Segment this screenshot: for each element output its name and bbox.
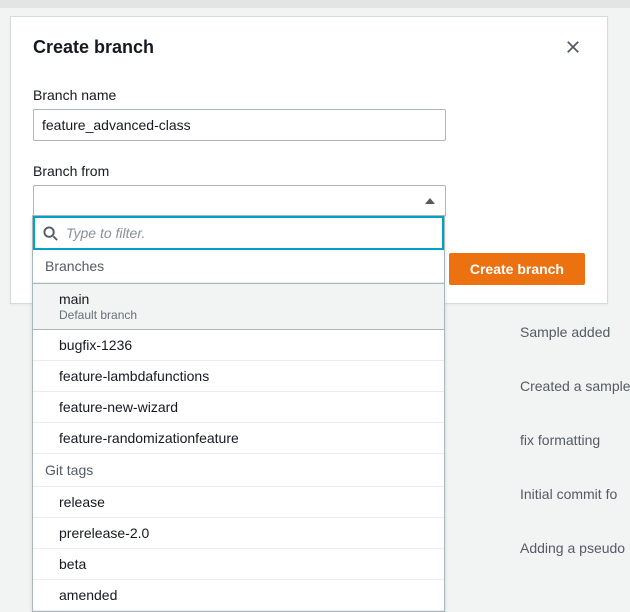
commit-message: Initial commit fo (520, 467, 630, 521)
filter-wrap (33, 216, 444, 250)
option-name: main (59, 291, 432, 307)
option-name: beta (59, 556, 432, 572)
dropdown-section-header: Git tags (33, 454, 444, 487)
branch-from-label: Branch from (33, 163, 585, 179)
commit-message: fix formatting (520, 413, 630, 467)
dropdown-option[interactable]: prerelease-2.0 (33, 518, 444, 549)
create-branch-button[interactable]: Create branch (449, 253, 585, 285)
option-subtext: Default branch (59, 308, 432, 322)
dropdown-option[interactable]: feature-lambdafunctions (33, 361, 444, 392)
close-button[interactable] (561, 35, 585, 59)
commit-message: Created a sample (520, 359, 630, 413)
option-name: feature-new-wizard (59, 399, 432, 415)
filter-input[interactable] (66, 218, 434, 248)
option-name: bugfix-1236 (59, 337, 432, 353)
modal-header: Create branch (11, 17, 607, 67)
option-name: prerelease-2.0 (59, 525, 432, 541)
caret-up-icon (425, 198, 435, 204)
modal-title: Create branch (33, 37, 154, 58)
dropdown-option[interactable]: feature-randomizationfeature (33, 423, 444, 454)
commit-message: Adding a pseudo (520, 521, 630, 575)
dropdown-option[interactable]: amended (33, 580, 444, 611)
dropdown-option[interactable]: bugfix-1236 (33, 330, 444, 361)
dropdown-option[interactable]: mainDefault branch (33, 283, 444, 330)
option-name: release (59, 494, 432, 510)
search-icon (43, 226, 58, 241)
top-toolbar-strip (0, 0, 630, 8)
background-commit-list: Sample addedCreated a samplefix formatti… (520, 305, 630, 575)
dropdown-option[interactable]: release (33, 487, 444, 518)
dropdown-section-header: Branches (33, 250, 444, 283)
commit-message: Sample added (520, 305, 630, 359)
option-name: amended (59, 587, 432, 603)
close-icon (566, 40, 580, 54)
branch-name-input[interactable] (33, 109, 446, 141)
dropdown-option[interactable]: feature-new-wizard (33, 392, 444, 423)
filter-box (33, 216, 444, 250)
branch-name-label: Branch name (33, 87, 585, 103)
dropdown-option[interactable]: beta (33, 549, 444, 580)
option-name: feature-randomizationfeature (59, 430, 432, 446)
option-name: feature-lambdafunctions (59, 368, 432, 384)
branch-from-dropdown: BranchesmainDefault branchbugfix-1236fea… (32, 215, 445, 612)
branch-from-select[interactable] (33, 185, 446, 217)
branch-name-group: Branch name (33, 87, 585, 141)
branch-from-group: Branch from (33, 163, 585, 217)
